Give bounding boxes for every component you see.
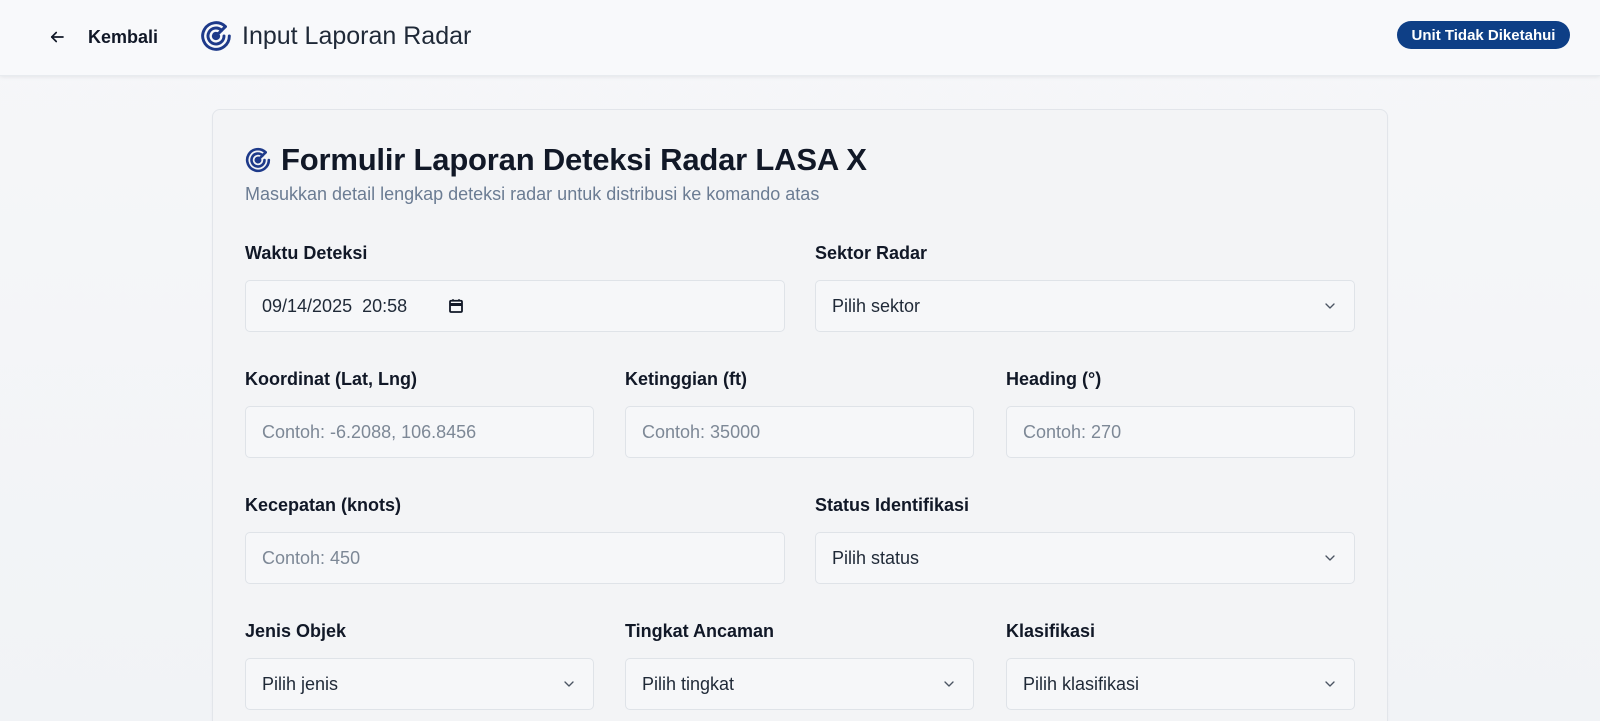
- ketinggian-label: Ketinggian (ft): [625, 369, 747, 389]
- klasifikasi-value: Pilih klasifikasi: [1023, 673, 1140, 694]
- ketinggian-input[interactable]: [625, 406, 974, 458]
- kecepatan-input[interactable]: [245, 532, 785, 584]
- waktu-deteksi-label: Waktu Deteksi: [245, 243, 368, 263]
- arrow-left-icon: [50, 31, 64, 43]
- jenis-objek-label: Jenis Objek: [245, 621, 347, 641]
- page-title: Input Laporan Radar: [242, 21, 472, 50]
- heading-input[interactable]: [1006, 406, 1355, 458]
- klasifikasi-select[interactable]: Pilih klasifikasi: [1006, 658, 1355, 710]
- sektor-radar-select[interactable]: Pilih sektor: [815, 280, 1355, 332]
- koordinat-label: Koordinat (Lat, Lng): [245, 369, 417, 389]
- unit-status-badge: Unit Tidak Diketahui: [1397, 21, 1570, 49]
- form-title-group: Formulir Laporan Deteksi Radar LASA X: [245, 140, 867, 180]
- waktu-deteksi-input[interactable]: 09/14/2025 20:58: [245, 280, 785, 332]
- chevron-down-icon: [564, 681, 574, 687]
- klasifikasi-label: Klasifikasi: [1006, 621, 1096, 641]
- chevron-down-icon: [1325, 303, 1335, 309]
- radar-icon: [245, 147, 271, 173]
- chevron-down-icon: [944, 681, 954, 687]
- page-title-group: Input Laporan Radar: [200, 18, 471, 54]
- tingkat-ancaman-label: Tingkat Ancaman: [625, 621, 775, 641]
- status-identifikasi-select[interactable]: Pilih status: [815, 532, 1355, 584]
- top-bar: Kembali Input Laporan Radar Unit Tidak D…: [0, 0, 1600, 76]
- waktu-deteksi-value: 09/14/2025 20:58: [262, 295, 408, 316]
- chevron-down-icon: [1325, 555, 1335, 561]
- sektor-radar-value: Pilih sektor: [832, 295, 921, 316]
- form-title: Formulir Laporan Deteksi Radar LASA X: [281, 142, 867, 177]
- status-identifikasi-value: Pilih status: [832, 547, 920, 568]
- radar-report-form-card: Formulir Laporan Deteksi Radar LASA X Ma…: [212, 109, 1388, 721]
- kecepatan-label: Kecepatan (knots): [245, 495, 402, 515]
- chevron-down-icon: [1325, 681, 1335, 687]
- sektor-radar-label: Sektor Radar: [815, 243, 928, 263]
- tingkat-ancaman-value: Pilih tingkat: [642, 673, 735, 694]
- jenis-objek-value: Pilih jenis: [262, 673, 339, 694]
- tingkat-ancaman-select[interactable]: Pilih tingkat: [625, 658, 974, 710]
- koordinat-input[interactable]: [245, 406, 594, 458]
- heading-label: Heading (°): [1006, 369, 1102, 389]
- back-label: Kembali: [88, 26, 159, 47]
- back-button[interactable]: Kembali: [48, 22, 158, 52]
- status-identifikasi-label: Status Identifikasi: [815, 495, 970, 515]
- calendar-icon[interactable]: [447, 297, 465, 315]
- radar-icon: [201, 21, 231, 51]
- form-subtitle: Masukkan detail lengkap deteksi radar un…: [245, 184, 820, 204]
- jenis-objek-select[interactable]: Pilih jenis: [245, 658, 594, 710]
